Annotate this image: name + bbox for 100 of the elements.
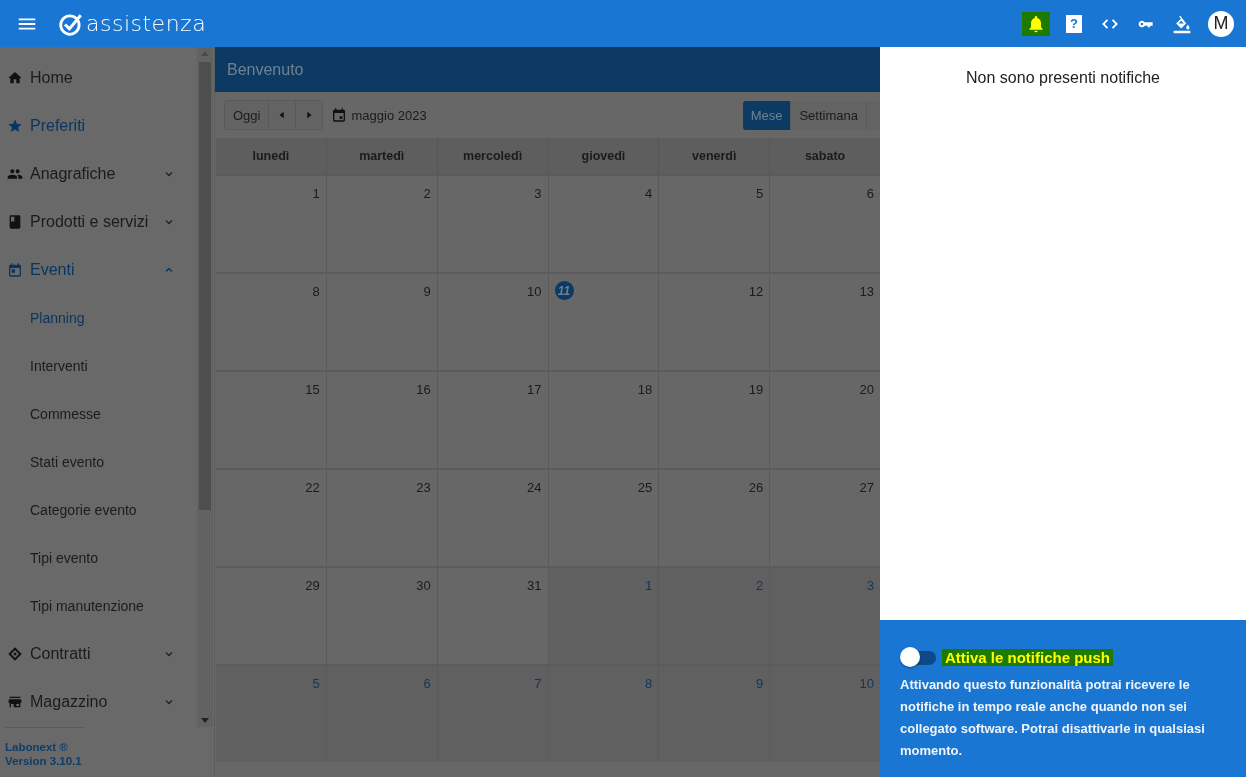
sidebar-item[interactable]: Home bbox=[0, 54, 197, 102]
weekday-header: mercoledì bbox=[437, 138, 549, 174]
brand-label: Labonext ® bbox=[5, 740, 69, 754]
day-number: 18 bbox=[637, 382, 653, 397]
day-number: 13 bbox=[859, 284, 874, 299]
scrollbar[interactable] bbox=[197, 47, 213, 727]
calendar-icon[interactable] bbox=[331, 107, 348, 123]
day-number: 7 bbox=[534, 676, 542, 691]
day-number: 23 bbox=[416, 480, 431, 495]
day-cell[interactable]: 16 bbox=[326, 372, 438, 468]
day-cell[interactable]: 19 bbox=[659, 372, 771, 468]
home-icon bbox=[7, 70, 23, 86]
store-icon bbox=[7, 694, 23, 710]
sidebar-item[interactable]: Preferiti bbox=[0, 102, 197, 150]
page-title: Benvenuto bbox=[227, 60, 304, 79]
day-cell[interactable]: 3 bbox=[437, 176, 549, 272]
day-cell[interactable]: 10 bbox=[770, 666, 881, 762]
month-label: maggio 2023 bbox=[351, 107, 427, 123]
scroll-down-icon[interactable] bbox=[201, 718, 209, 723]
bell-icon bbox=[1026, 13, 1046, 34]
day-cell[interactable]: 12 bbox=[659, 274, 771, 370]
day-number: 1 bbox=[645, 578, 653, 593]
paint-bucket-icon[interactable] bbox=[1172, 13, 1192, 34]
day-cell[interactable]: 22 bbox=[216, 470, 327, 566]
day-cell[interactable]: 5 bbox=[659, 176, 771, 272]
day-number: 24 bbox=[527, 480, 542, 495]
day-cell[interactable]: 8 bbox=[548, 666, 660, 762]
day-cell[interactable]: 2 bbox=[659, 568, 771, 664]
day-cell[interactable]: 1 bbox=[548, 568, 660, 664]
sidebar-item[interactable]: Contratti bbox=[0, 630, 197, 678]
sidebar-subitem[interactable]: Tipi evento bbox=[0, 534, 197, 582]
day-number: 12 bbox=[748, 284, 764, 299]
day-number: 25 bbox=[637, 480, 653, 495]
day-number: 8 bbox=[312, 284, 320, 299]
day-number: 6 bbox=[423, 676, 431, 691]
user-avatar[interactable]: M bbox=[1208, 10, 1234, 37]
day-cell[interactable]: 9 bbox=[326, 274, 438, 370]
today-button[interactable]: Oggi bbox=[225, 101, 270, 129]
day-number: 8 bbox=[645, 676, 653, 691]
day-number: 10 bbox=[859, 676, 874, 691]
day-cell[interactable]: 18 bbox=[548, 372, 660, 468]
sidebar-subitem[interactable]: Tipi manutenzione bbox=[0, 582, 197, 630]
day-number: 30 bbox=[416, 578, 431, 593]
view-tab[interactable]: Mese bbox=[742, 100, 792, 130]
day-cell[interactable]: 1 bbox=[216, 176, 327, 272]
sidebar-subitem[interactable]: Stati evento bbox=[0, 438, 197, 486]
day-cell[interactable]: 31 bbox=[437, 568, 549, 664]
day-number: 5 bbox=[755, 186, 764, 201]
day-cell[interactable]: 15 bbox=[216, 372, 327, 468]
weekday-header: martedì bbox=[326, 138, 438, 174]
day-number: 9 bbox=[423, 284, 431, 299]
day-cell[interactable]: 23 bbox=[326, 470, 438, 566]
version-label: Version 3.10.1 bbox=[5, 754, 83, 768]
calendar-icon bbox=[7, 262, 23, 278]
day-number: 1 bbox=[312, 186, 320, 201]
day-cell[interactable]: 2 bbox=[326, 176, 438, 272]
day-number: 5 bbox=[312, 676, 320, 691]
day-cell[interactable]: 3 bbox=[770, 568, 881, 664]
sidebar-subitem[interactable]: Interventi bbox=[0, 342, 197, 390]
day-cell[interactable]: 24 bbox=[437, 470, 549, 566]
day-number: 6 bbox=[866, 186, 874, 201]
sidebar-subitem[interactable]: Categorie evento bbox=[0, 486, 197, 534]
day-number: 10 bbox=[527, 284, 542, 299]
day-cell[interactable]: 29 bbox=[216, 568, 327, 664]
day-cell[interactable]: 10 bbox=[437, 274, 549, 370]
day-cell[interactable]: 9 bbox=[659, 666, 771, 762]
star-icon bbox=[7, 118, 23, 134]
day-cell[interactable]: 4 bbox=[548, 176, 660, 272]
app-name: assistenza bbox=[86, 11, 207, 36]
highlighted-action[interactable] bbox=[1022, 11, 1050, 36]
push-label: Attiva le notifiche push bbox=[942, 648, 1113, 666]
sidebar-item[interactable]: Prodotti e servizi bbox=[0, 198, 197, 246]
sidebar-item[interactable]: Eventi bbox=[0, 246, 197, 294]
day-cell[interactable]: 5 bbox=[216, 666, 327, 762]
day-cell[interactable]: 17 bbox=[437, 372, 549, 468]
day-number: 15 bbox=[305, 382, 320, 397]
view-tab[interactable]: Settimana bbox=[791, 100, 867, 130]
sidebar-subitem[interactable]: Planning bbox=[0, 294, 197, 342]
help-icon[interactable]: ? bbox=[1066, 14, 1082, 33]
day-cell[interactable]: 26 bbox=[659, 470, 771, 566]
day-cell[interactable]: 30 bbox=[326, 568, 438, 664]
day-number: 3 bbox=[534, 186, 542, 201]
sidebar-item[interactable]: Magazzino bbox=[0, 678, 197, 726]
day-cell[interactable]: 11 bbox=[548, 274, 660, 370]
empty-message: Non sono presenti notifiche bbox=[966, 69, 1160, 88]
day-number: 3 bbox=[866, 578, 874, 593]
day-number: 2 bbox=[423, 186, 431, 201]
sidebar-item[interactable]: Anagrafiche bbox=[0, 150, 197, 198]
today-marker: 11 bbox=[554, 281, 574, 300]
day-number: 27 bbox=[859, 480, 874, 495]
day-cell[interactable]: 8 bbox=[216, 274, 327, 370]
day-cell[interactable]: 25 bbox=[548, 470, 660, 566]
day-cell[interactable]: 7 bbox=[437, 666, 549, 762]
weekday-header: venerdì bbox=[659, 138, 771, 174]
day-number: 19 bbox=[748, 382, 764, 397]
day-number: 16 bbox=[416, 382, 431, 397]
sidebar-subitem[interactable]: Commesse bbox=[0, 390, 197, 438]
day-number: 9 bbox=[755, 676, 764, 691]
day-cell[interactable]: 6 bbox=[326, 666, 438, 762]
push-toggle[interactable] bbox=[900, 646, 936, 668]
